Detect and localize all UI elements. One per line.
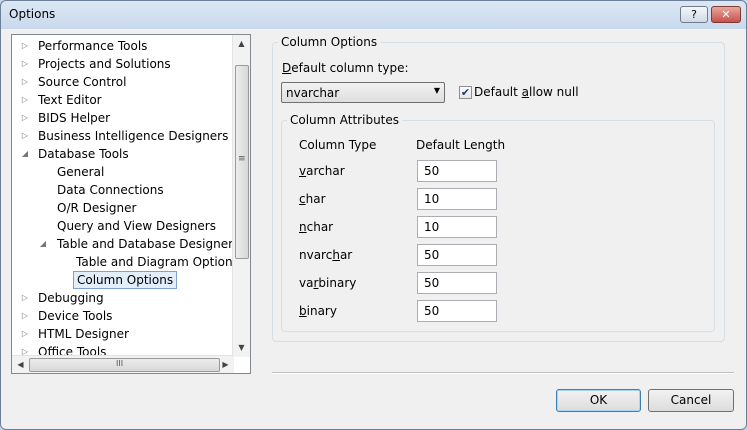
mnemonic: b [299, 304, 307, 318]
expand-icon[interactable]: ▷ [20, 127, 30, 145]
cancel-button[interactable]: Cancel [648, 389, 734, 412]
expand-icon [38, 217, 48, 235]
label-text: char [306, 220, 334, 234]
window-title: Options [9, 7, 56, 21]
column-options-title: Column Options [278, 35, 381, 49]
tree-item-label: Source Control [38, 75, 127, 89]
expand-icon [38, 181, 48, 199]
scroll-up-icon[interactable]: ▲ [233, 35, 250, 52]
tree-item-label: Text Editor [38, 93, 102, 107]
ok-button[interactable]: OK [556, 389, 641, 412]
mnemonic: D [282, 61, 292, 75]
column-type-label: varbinary [299, 276, 356, 290]
default-length-input[interactable]: 50 [417, 300, 497, 322]
horizontal-scroll-thumb[interactable]: III [29, 358, 220, 372]
column-attributes-title: Column Attributes [287, 113, 403, 127]
tree-item-label: Device Tools [38, 309, 113, 323]
expand-icon[interactable]: ▷ [20, 325, 30, 343]
options-dialog: Options ? ✕ ▷ Performance Tools ▷ Projects … [0, 0, 747, 430]
default-length-input[interactable]: 50 [417, 272, 497, 294]
default-allow-null-label[interactable]: Default allow null [474, 85, 579, 99]
expand-icon[interactable]: ▷ [20, 289, 30, 307]
expand-icon[interactable]: ▷ [20, 55, 30, 73]
expand-icon[interactable]: ▷ [20, 109, 30, 127]
default-length-input[interactable]: 50 [417, 160, 497, 182]
tree-item-label: BIDS Helper [38, 111, 111, 125]
title-bar: Options ? ✕ [1, 1, 746, 29]
label-text: va [299, 276, 314, 290]
column-type-label: nchar [299, 220, 333, 234]
chevron-down-icon: ▼ [433, 86, 440, 95]
mnemonic: h [332, 248, 340, 262]
mnemonic: c [299, 192, 306, 206]
close-button[interactable]: ✕ [711, 6, 741, 23]
tree-item-label: Debugging [38, 291, 104, 305]
vertical-scroll-thumb[interactable]: ≡ [235, 65, 249, 259]
tree-item-label: Query and View Designers [57, 219, 216, 233]
label-text: llow null [529, 85, 579, 99]
label-text: archar [306, 164, 345, 178]
tree-item-label: Performance Tools [38, 39, 148, 53]
expand-icon[interactable]: ▷ [20, 307, 30, 325]
column-type-label: binary [299, 304, 337, 318]
default-length-input[interactable]: 10 [417, 216, 497, 238]
vertical-scrollbar[interactable]: ▲ ≡ ▼ [232, 35, 250, 357]
label-text: ar [339, 248, 353, 262]
column-type-header: Column Type [299, 138, 377, 152]
expand-icon [56, 253, 66, 271]
tree-item-label: Database Tools [38, 147, 129, 161]
default-length-header: Default Length [416, 138, 506, 152]
scroll-left-icon[interactable]: ◀ [12, 356, 29, 373]
default-allow-null-checkbox[interactable]: ✔ [459, 86, 472, 99]
collapse-icon[interactable]: ◢ [20, 145, 30, 163]
tree-item-label: HTML Designer [38, 327, 129, 341]
horizontal-scrollbar[interactable]: ◀ III ▶ [12, 355, 234, 373]
grip-icon: ≡ [238, 154, 246, 164]
label-text: nvarc [299, 248, 333, 262]
tree-item-label: O/R Designer [57, 201, 137, 215]
tree-item-label: Data Connections [57, 183, 164, 197]
combo-value: nvarchar [286, 86, 340, 100]
expand-icon [56, 271, 66, 289]
label-text: Default [474, 85, 522, 99]
options-tree[interactable]: ▷ Performance Tools ▷ Projects and Solution… [11, 34, 251, 374]
expand-icon [38, 163, 48, 181]
expand-icon[interactable]: ▷ [20, 73, 30, 91]
grip-icon: III [116, 359, 124, 368]
label-text: inary [306, 304, 337, 318]
expand-icon[interactable]: ▷ [20, 37, 30, 55]
default-length-input[interactable]: 10 [417, 188, 497, 210]
mnemonic: a [521, 85, 530, 99]
expand-icon[interactable]: ▷ [20, 91, 30, 109]
tree-item-label: Table and Database Designers [57, 237, 240, 251]
help-button[interactable]: ? [680, 6, 708, 23]
dialog-body: ▷ Performance Tools ▷ Projects and Solution… [2, 29, 745, 428]
tree-item-label: Table and Diagram Options [76, 255, 239, 269]
tree-item-label: General [57, 165, 105, 179]
expand-icon [38, 199, 48, 217]
close-icon: ✕ [721, 8, 731, 21]
column-type-label: varchar [299, 164, 345, 178]
tree-item-label: Column Options [73, 271, 178, 289]
checkmark-icon: ✔ [460, 86, 471, 99]
default-length-input[interactable]: 50 [417, 244, 497, 266]
default-column-type-select[interactable]: nvarchar ▼ [281, 82, 445, 103]
label-text: har [305, 192, 326, 206]
label-text: efault column type: [291, 61, 409, 75]
scroll-down-icon[interactable]: ▼ [233, 339, 250, 356]
separator [272, 372, 734, 374]
label-text: binary [318, 276, 357, 290]
default-column-type-label: Default column type: [282, 61, 409, 75]
column-type-label: nvarchar [299, 248, 352, 262]
tree-item-label: Projects and Solutions [38, 57, 171, 71]
tree-item-label: Business Intelligence Designers [38, 129, 229, 143]
column-type-label: char [299, 192, 326, 206]
scroll-right-icon[interactable]: ▶ [217, 356, 234, 373]
collapse-icon[interactable]: ◢ [38, 235, 48, 253]
mnemonic: n [299, 220, 307, 234]
